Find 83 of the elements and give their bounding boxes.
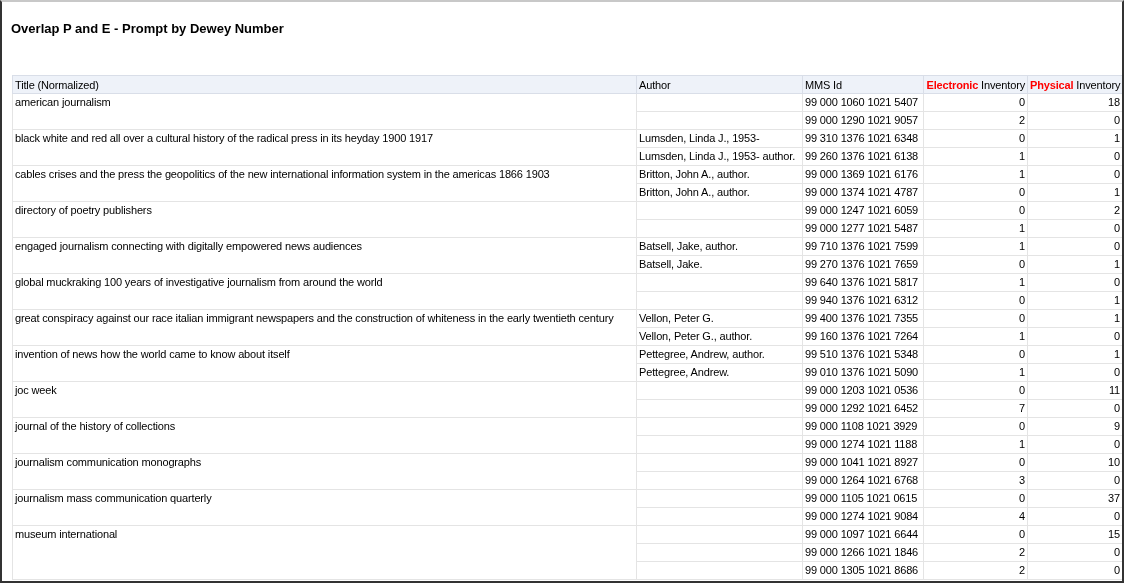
mms-id-cell: 99 000 1277 1021 5487 — [802, 219, 924, 238]
title-cell: journal of the history of collections — [12, 417, 637, 454]
mms-id-cell: 99 640 1376 1021 5817 — [802, 273, 924, 292]
author-cell: Batsell, Jake, author. — [636, 237, 803, 256]
mms-id-cell: 99 000 1266 1021 1846 — [802, 543, 924, 562]
title-cell: journalism mass communication quarterly — [12, 489, 637, 526]
author-cell: Vellon, Peter G. — [636, 309, 803, 328]
count-cell: 3 — [923, 471, 1028, 490]
mms-id-cell: 99 000 1105 1021 0615 — [802, 489, 924, 508]
count-cell: 0 — [923, 345, 1028, 364]
title-cell: joc week — [12, 381, 637, 418]
title-cell: american journalism — [12, 93, 637, 130]
count-cell: 0 — [923, 291, 1028, 310]
mms-id-cell: 99 000 1060 1021 5407 — [802, 93, 924, 112]
mms-id-cell: 99 000 1292 1021 6452 — [802, 399, 924, 418]
title-cell: engaged journalism connecting with digitally empowered news audiences — [12, 237, 637, 274]
title-cell: cables crises and the press the geopolitics of the new international information system in the americas 1866 1903 — [12, 165, 637, 202]
author-cell: Lumsden, Linda J., 1953- — [636, 129, 803, 148]
mms-id-cell: 99 000 1274 1021 1188 — [802, 435, 924, 454]
author-cell: Britton, John A., author. — [636, 165, 803, 184]
count-cell: 4 — [923, 507, 1028, 526]
mms-id-cell: 99 260 1376 1021 6138 — [802, 147, 924, 166]
mms-id-cell: 99 310 1376 1021 6348 — [802, 129, 924, 148]
mms-id-cell: 99 000 1264 1021 6768 — [802, 471, 924, 490]
mms-id-cell: 99 000 1274 1021 9084 — [802, 507, 924, 526]
count-cell: 0 — [923, 525, 1028, 544]
count-cell: 1 — [923, 165, 1028, 184]
count-cell: 1 — [923, 273, 1028, 292]
author-cell: Batsell, Jake. — [636, 255, 803, 274]
mms-id-cell: 99 000 1203 1021 0536 — [802, 381, 924, 400]
count-cell: 0 — [923, 183, 1028, 202]
mms-id-cell: 99 710 1376 1021 7599 — [802, 237, 924, 256]
author-cell: Vellon, Peter G., author. — [636, 327, 803, 346]
title-cell: great conspiracy against our race italian immigrant newspapers and the construction of whiteness in the early twentieth century — [12, 309, 637, 346]
count-cell: 0 — [923, 453, 1028, 472]
count-cell: 0 — [923, 93, 1028, 112]
count-cell: 0 — [923, 381, 1028, 400]
title-cell: journalism communication monographs — [12, 453, 637, 490]
column-header: Title (Normalized) — [12, 75, 637, 94]
mms-id-cell: 99 000 1374 1021 4787 — [802, 183, 924, 202]
count-cell: 2 — [923, 111, 1028, 130]
title-cell: directory of poetry publishers — [12, 201, 637, 238]
title-cell: global muckraking 100 years of investigative journalism from around the world — [12, 273, 637, 310]
title-cell: museum international — [12, 525, 637, 580]
count-cell: 1 — [923, 363, 1028, 382]
count-cell: 1 — [923, 147, 1028, 166]
count-cell: 0 — [923, 489, 1028, 508]
count-cell: 0 — [923, 309, 1028, 328]
mms-id-cell: 99 000 1097 1021 6644 — [802, 525, 924, 544]
column-header: MMS Id — [802, 75, 924, 94]
mms-id-cell: 99 000 1247 1021 6059 — [802, 201, 924, 220]
count-cell: 1 — [923, 237, 1028, 256]
column-header: Author — [636, 75, 803, 94]
count-cell: 1 — [923, 435, 1028, 454]
mms-id-cell: 99 400 1376 1021 7355 — [802, 309, 924, 328]
mms-id-cell: 99 160 1376 1021 7264 — [802, 327, 924, 346]
mms-id-cell: 99 510 1376 1021 5348 — [802, 345, 924, 364]
count-cell: 2 — [923, 561, 1028, 580]
count-cell: 0 — [923, 129, 1028, 148]
mms-id-cell: 99 000 1369 1021 6176 — [802, 165, 924, 184]
count-cell: 0 — [923, 255, 1028, 274]
count-cell: 0 — [923, 201, 1028, 220]
mms-id-cell: 99 270 1376 1021 7659 — [802, 255, 924, 274]
author-cell: Pettegree, Andrew, author. — [636, 345, 803, 364]
count-cell: 1 — [923, 327, 1028, 346]
author-cell: Lumsden, Linda J., 1953- author. — [636, 147, 803, 166]
count-cell: 1 — [923, 219, 1028, 238]
mms-id-cell: 99 010 1376 1021 5090 — [802, 363, 924, 382]
mms-id-cell: 99 000 1108 1021 3929 — [802, 417, 924, 436]
mms-id-cell: 99 000 1305 1021 8686 — [802, 561, 924, 580]
mms-id-cell: 99 000 1041 1021 8927 — [802, 453, 924, 472]
author-cell: Britton, John A., author. — [636, 183, 803, 202]
title-cell: invention of news how the world came to know about itself — [12, 345, 637, 382]
count-cell: 2 — [923, 543, 1028, 562]
author-cell: Pettegree, Andrew. — [636, 363, 803, 382]
count-cell: 7 — [923, 399, 1028, 418]
column-header: Electronic Inventory — [923, 75, 1028, 94]
column-header: Physical Inventory — [1027, 75, 1122, 94]
title-cell: black white and red all over a cultural history of the radical press in its heyday 1900 1917 — [12, 129, 637, 166]
mms-id-cell: 99 000 1290 1021 9057 — [802, 111, 924, 130]
report-title: Overlap P and E - Prompt by Dewey Number — [11, 20, 284, 38]
count-cell: 0 — [923, 417, 1028, 436]
mms-id-cell: 99 940 1376 1021 6312 — [802, 291, 924, 310]
